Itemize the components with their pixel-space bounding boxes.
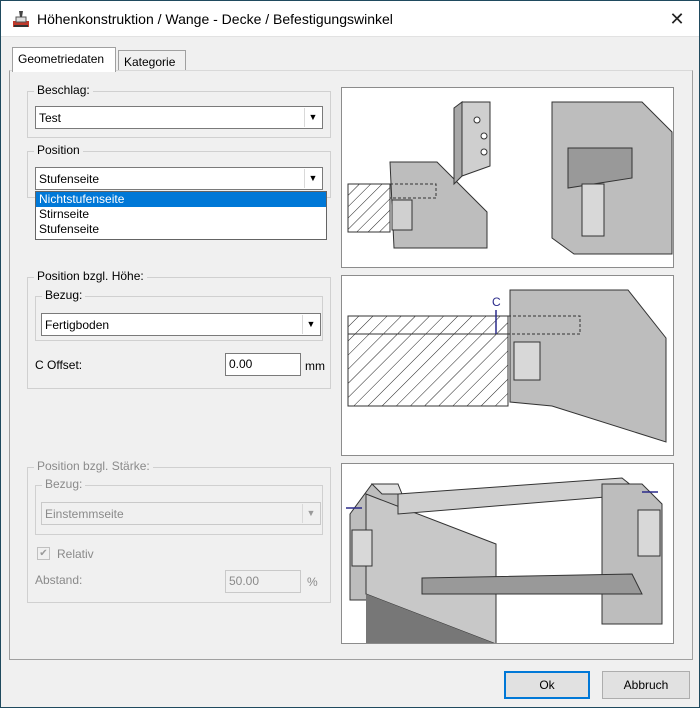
hoehe-bezug-select[interactable]: Fertigboden ▼ xyxy=(41,313,321,336)
cancel-button[interactable]: Abbruch xyxy=(602,671,690,699)
relativ-checkbox[interactable]: ✔ xyxy=(37,547,50,560)
tab-label: Geometriedaten xyxy=(18,52,105,66)
c-offset-unit: mm xyxy=(305,359,325,373)
group-title: Position bzgl. Höhe: xyxy=(34,269,147,283)
close-icon: ✕ xyxy=(669,9,685,29)
c-offset-label: C Offset: xyxy=(35,358,83,372)
group-title: Bezug: xyxy=(42,288,86,302)
group-title: Beschlag: xyxy=(34,83,93,97)
select-value: Einstemmseite xyxy=(45,507,124,521)
bracket-position-drawing xyxy=(347,101,673,255)
group-title: Position xyxy=(34,143,83,157)
dimension-c-label: C xyxy=(492,295,501,309)
ok-button[interactable]: Ok xyxy=(504,671,590,699)
relativ-label: Relativ xyxy=(57,547,94,561)
group-title: Bezug: xyxy=(42,477,86,491)
beschlag-select[interactable]: Test ▼ xyxy=(35,106,323,129)
dropdown-option[interactable]: Stufenseite xyxy=(36,222,326,237)
dialog-window: Höhenkonstruktion / Wange - Decke / Befe… xyxy=(0,0,700,708)
close-button[interactable]: ✕ xyxy=(661,5,693,33)
chevron-down-icon[interactable]: ▼ xyxy=(304,108,321,127)
select-value: Stufenseite xyxy=(39,172,100,186)
height-offset-drawing: C xyxy=(347,289,667,443)
c-offset-input[interactable]: 0.00 xyxy=(225,353,301,376)
select-value: Fertigboden xyxy=(45,318,110,332)
staerke-bezug-select[interactable]: Einstemmseite ▼ xyxy=(41,502,321,525)
window-title: Höhenkonstruktion / Wange - Decke / Befe… xyxy=(37,11,393,27)
abstand-input[interactable]: 50.00 xyxy=(225,570,301,593)
chevron-down-icon[interactable]: ▼ xyxy=(302,504,319,523)
tab-label: Kategorie xyxy=(124,55,176,69)
position-dropdown-list: Nichtstufenseite Stirnseite Stufenseite xyxy=(35,191,327,240)
group-title: Position bzgl. Stärke: xyxy=(34,459,153,473)
position-select[interactable]: Stufenseite ▼ xyxy=(35,167,323,190)
preview-image-position xyxy=(341,87,674,268)
abstand-label: Abstand: xyxy=(35,573,83,587)
chevron-down-icon[interactable]: ▼ xyxy=(302,315,319,334)
thickness-drawing xyxy=(346,477,663,643)
tab-kategorie[interactable]: Kategorie xyxy=(118,50,186,72)
select-value: Test xyxy=(39,111,62,125)
tab-geometriedaten[interactable]: Geometriedaten xyxy=(12,47,116,72)
title-bar: Höhenkonstruktion / Wange - Decke / Befe… xyxy=(1,1,699,37)
dropdown-option[interactable]: Stirnseite xyxy=(36,207,326,222)
chevron-down-icon[interactable]: ▼ xyxy=(304,169,321,188)
preview-image-height: C xyxy=(341,275,674,456)
app-icon xyxy=(13,11,29,27)
abstand-unit: % xyxy=(307,575,318,589)
preview-image-thickness xyxy=(341,463,674,644)
checkmark-icon: ✔ xyxy=(39,548,48,559)
dropdown-option[interactable]: Nichtstufenseite xyxy=(36,192,326,207)
